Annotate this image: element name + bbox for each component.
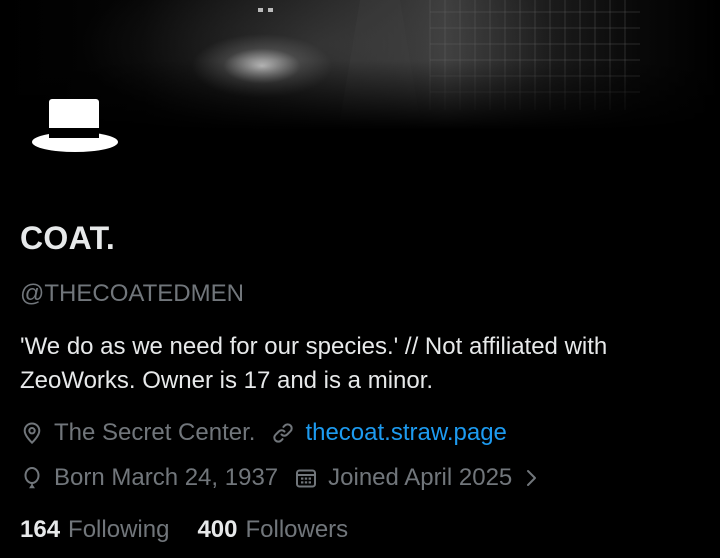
birthday-item: Born March 24, 1937: [20, 464, 278, 492]
followers-stat[interactable]: 400 Followers: [197, 516, 348, 544]
profile-meta-row-1: The Secret Center. thecoat.straw.page: [20, 419, 523, 447]
link-icon: [271, 421, 295, 445]
website-item[interactable]: thecoat.straw.page: [271, 419, 507, 447]
chevron-right-icon[interactable]: [522, 466, 542, 490]
profile-meta-row-2: Born March 24, 1937 Joined April 2025: [20, 464, 542, 492]
joined-text: Joined April 2025: [328, 464, 513, 491]
balloon-icon: [20, 466, 44, 490]
location-item: The Secret Center.: [20, 419, 255, 447]
location-pin-icon: [20, 421, 44, 445]
followers-count: 400: [197, 516, 238, 543]
following-label: Following: [68, 516, 170, 543]
following-stat[interactable]: 164 Following: [20, 516, 169, 544]
joined-item: Joined April 2025: [294, 464, 512, 492]
birthday-text: Born March 24, 1937: [54, 464, 279, 491]
avatar[interactable]: [30, 94, 122, 162]
profile-stats: 164 Following 400 Followers: [20, 516, 376, 544]
username-handle: @THECOATEDMEN: [20, 280, 244, 307]
website-link[interactable]: thecoat.straw.page: [305, 419, 506, 447]
following-count: 164: [20, 516, 61, 543]
location-text: The Secret Center.: [54, 419, 256, 446]
top-hat-icon: [32, 99, 118, 152]
calendar-icon: [294, 466, 318, 490]
profile-bio: 'We do as we need for our species.' // N…: [20, 333, 608, 394]
display-name: COAT.: [20, 220, 116, 256]
followers-label: Followers: [245, 516, 349, 543]
